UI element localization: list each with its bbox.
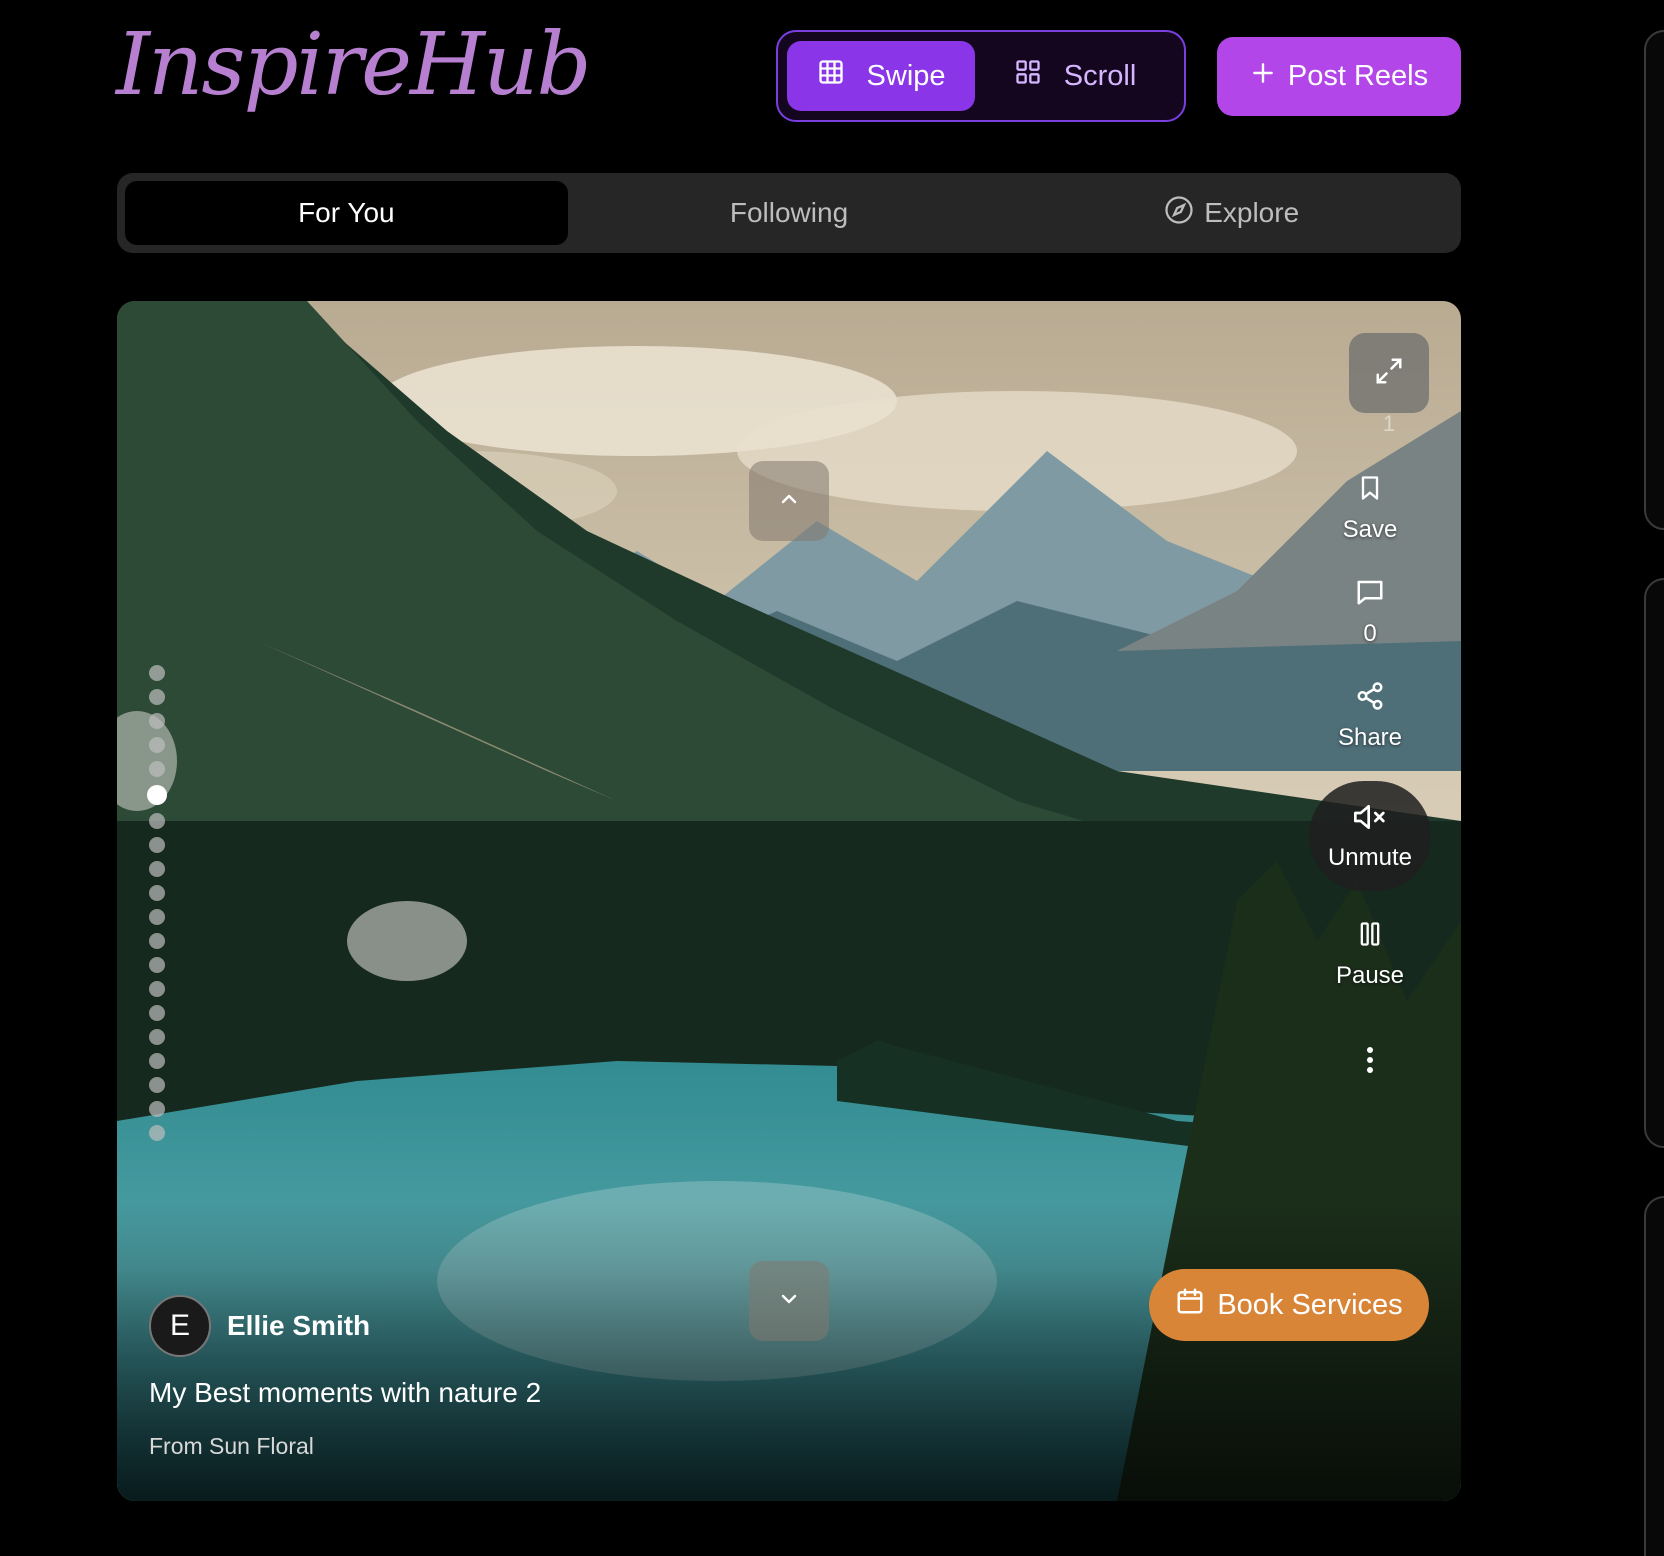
reel-progress-dots: [147, 665, 167, 1141]
scroll-mode-button[interactable]: Scroll: [975, 41, 1175, 111]
progress-dot[interactable]: [149, 713, 165, 729]
pause-icon: [1356, 919, 1384, 956]
progress-dot[interactable]: [149, 981, 165, 997]
more-options-button[interactable]: [1313, 1045, 1427, 1082]
progress-dot[interactable]: [149, 737, 165, 753]
progress-dot-active[interactable]: [147, 785, 167, 805]
previous-reel-button[interactable]: [749, 461, 829, 541]
progress-dot[interactable]: [149, 1077, 165, 1093]
tab-label: Explore: [1204, 197, 1300, 228]
fullscreen-button[interactable]: [1349, 333, 1429, 413]
tab-label: Following: [729, 197, 849, 228]
avatar[interactable]: E: [149, 1295, 211, 1357]
compass-icon: [1164, 195, 1194, 232]
view-mode-toggle: Swipe Scroll: [776, 30, 1186, 122]
author-name[interactable]: Ellie Smith: [227, 1310, 370, 1342]
next-reel-button[interactable]: [749, 1261, 829, 1341]
grid-3x3-icon: [817, 58, 845, 94]
progress-dot[interactable]: [149, 689, 165, 705]
reel-author[interactable]: E Ellie Smith: [149, 1295, 370, 1357]
bookmark-icon: [1356, 473, 1384, 510]
progress-dot[interactable]: [149, 761, 165, 777]
reel-card[interactable]: 1 Save 0 Share Unmute Pause E Ellie Smit…: [117, 301, 1461, 1501]
unmute-label: Unmute: [1327, 843, 1413, 871]
chevron-down-icon: [777, 1287, 801, 1316]
pause-label: Pause: [1335, 962, 1405, 989]
swipe-mode-button[interactable]: Swipe: [787, 41, 976, 111]
progress-dot[interactable]: [149, 909, 165, 925]
chevron-up-icon: [777, 487, 801, 516]
progress-dot[interactable]: [149, 957, 165, 973]
progress-dot[interactable]: [149, 837, 165, 853]
volume-muted-icon: [1351, 801, 1389, 840]
share-icon: [1355, 681, 1385, 718]
tab-explore[interactable]: Explore: [1010, 181, 1453, 245]
side-panel: [1644, 578, 1664, 1148]
app-logo[interactable]: InspireHub: [116, 22, 591, 108]
side-panel: [1644, 1196, 1664, 1556]
feed-tabs: For You Following Explore: [117, 173, 1461, 253]
progress-dot[interactable]: [149, 813, 165, 829]
comment-icon: [1355, 577, 1385, 614]
progress-dot[interactable]: [149, 861, 165, 877]
progress-dot[interactable]: [149, 1101, 165, 1117]
calendar-icon: [1175, 1286, 1205, 1324]
side-panel: [1644, 30, 1664, 530]
book-services-button[interactable]: Book Services: [1149, 1269, 1429, 1341]
tab-following[interactable]: Following: [568, 181, 1011, 245]
swipe-mode-label: Swipe: [866, 59, 946, 92]
tab-for-you[interactable]: For You: [125, 181, 568, 245]
more-vertical-icon: [1365, 1045, 1375, 1082]
progress-dot[interactable]: [149, 1029, 165, 1045]
plus-icon: [1250, 60, 1276, 94]
unmute-button[interactable]: Unmute: [1309, 781, 1431, 891]
save-label: Save: [1342, 516, 1398, 543]
grid-2x2-icon: [1014, 58, 1042, 94]
pause-button[interactable]: Pause: [1313, 919, 1427, 990]
like-count: 1: [1382, 411, 1396, 436]
expand-icon: [1374, 356, 1404, 391]
reel-caption: My Best moments with nature 2: [149, 1377, 542, 1408]
tab-label: For You: [298, 197, 395, 228]
progress-dot[interactable]: [149, 933, 165, 949]
comment-button[interactable]: 0: [1313, 577, 1427, 648]
progress-dot[interactable]: [149, 1005, 165, 1021]
post-reels-button[interactable]: Post Reels: [1217, 37, 1461, 116]
progress-dot[interactable]: [149, 1125, 165, 1141]
reel-source: From Sun Floral: [149, 1433, 314, 1459]
comment-count: 0: [1363, 620, 1377, 647]
save-button[interactable]: Save: [1313, 473, 1427, 544]
book-services-label: Book Services: [1217, 1288, 1403, 1321]
progress-dot[interactable]: [149, 885, 165, 901]
post-reels-label: Post Reels: [1287, 60, 1429, 92]
progress-dot[interactable]: [149, 1053, 165, 1069]
share-label: Share: [1337, 724, 1403, 751]
progress-dot[interactable]: [149, 665, 165, 681]
scroll-mode-label: Scroll: [1063, 59, 1137, 92]
share-button[interactable]: Share: [1313, 681, 1427, 752]
